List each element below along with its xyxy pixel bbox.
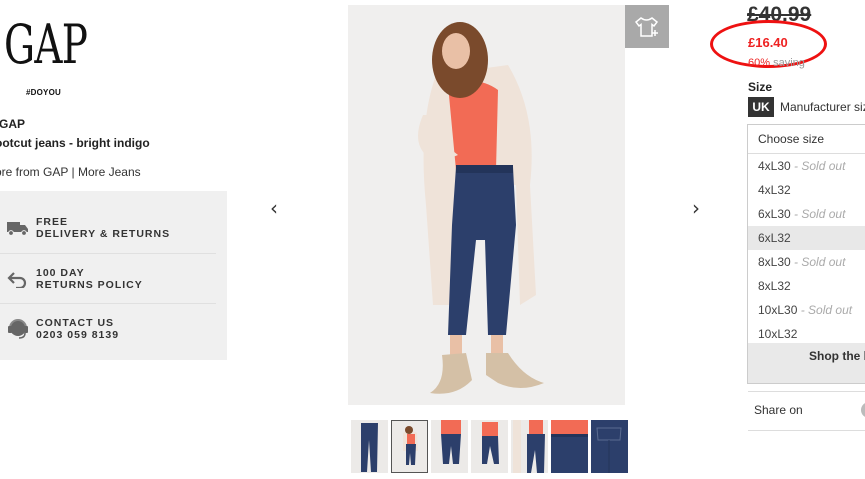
size-option[interactable]: 8xL32 [748,274,865,298]
info-line1: CONTACT US [36,317,115,329]
size-option[interactable]: 6xL30 - Sold out [748,202,865,226]
size-label: Size [748,80,773,94]
sold-out-note: - Sold out [790,255,846,269]
product-name: ootcut jeans - bright indigo [0,136,150,150]
size-value: 10xL30 [758,303,798,317]
brand-logo[interactable]: GAP #DOYOU [4,13,88,100]
thumbnail[interactable] [551,420,588,473]
thumbnail[interactable] [511,420,548,473]
contact-row[interactable]: CONTACT US 0203 059 8139 [0,303,216,354]
thumbnail[interactable] [391,420,428,473]
size-value: 8xL32 [758,279,791,293]
size-option[interactable]: 10xL30 - Sold out [748,298,865,322]
service-info-panel: FREE DELIVERY & RETURNS 100 DAY RETURNS PO… [0,191,227,360]
size-value: 8xL30 [758,255,791,269]
thumbnail-strip [351,420,628,473]
choose-size-header[interactable]: Choose size [748,125,865,154]
share-icon[interactable] [861,402,865,418]
saving-percent: 60% [748,57,771,69]
returns-row[interactable]: 100 DAY RETURNS POLICY [0,253,216,304]
thumbnail[interactable] [431,420,468,473]
product-brand: GAP [0,117,26,131]
uk-size-toggle[interactable]: UK [748,97,774,117]
info-line2: DELIVERY & RETURNS [36,228,171,240]
truck-icon [0,213,36,243]
free-delivery-row[interactable]: FREE DELIVERY & RETURNS [0,203,216,253]
tshirt-plus-icon [634,16,659,37]
size-value: 4xL30 [758,159,791,173]
info-line1: FREE [36,216,69,228]
size-option[interactable]: 8xL30 - Sold out [748,250,865,274]
sold-out-note: - Sold out [790,159,846,173]
manufacturer-size-toggle[interactable]: Manufacturer sizes [780,100,865,114]
shop-the-look-label: Shop the look [809,349,865,363]
share-row: Share on [748,391,865,431]
size-value: 10xL32 [758,327,798,341]
shop-the-look-button[interactable]: Shop the look [748,343,865,383]
saving-text: 60% saving [748,57,805,69]
thumbnail[interactable] [351,420,388,473]
logo-wordmark: GAP [4,13,88,76]
thumbnail[interactable] [591,420,628,473]
gallery-next-arrow[interactable]: › [692,196,700,220]
main-product-image[interactable] [348,5,625,405]
model-illustration [348,5,625,405]
return-arrow-icon [0,264,36,294]
more-links: ore from GAP | More Jeans [0,165,141,179]
info-line1: 100 DAY [36,267,85,279]
gallery-prev-arrow[interactable]: ‹ [270,196,278,220]
share-label: Share on [754,403,803,417]
headset-icon [0,314,36,344]
size-option-selected[interactable]: 6xL32 [748,226,865,250]
more-from-brand-link[interactable]: ore from GAP [0,165,68,179]
size-dropdown[interactable]: Choose size 4xL30 - Sold out 4xL32 6xL30… [747,124,865,384]
info-line2: RETURNS POLICY [36,279,143,291]
size-value: 6xL30 [758,207,791,221]
info-line2: 0203 059 8139 [36,329,120,341]
sold-out-note: - Sold out [790,207,846,221]
add-to-wardrobe-button[interactable] [625,5,669,48]
more-category-link[interactable]: More Jeans [78,165,141,179]
size-value: 6xL32 [758,231,791,245]
saving-label: saving [770,57,805,69]
link-separator: | [71,165,75,179]
sold-out-note: - Sold out [797,303,853,317]
size-option[interactable]: 4xL30 - Sold out [748,154,865,178]
logo-tagline: #DOYOU [26,88,61,97]
thumbnail[interactable] [471,420,508,473]
size-value: 4xL32 [758,183,791,197]
size-option[interactable]: 4xL32 [748,178,865,202]
sale-price: £16.40 [748,35,788,50]
